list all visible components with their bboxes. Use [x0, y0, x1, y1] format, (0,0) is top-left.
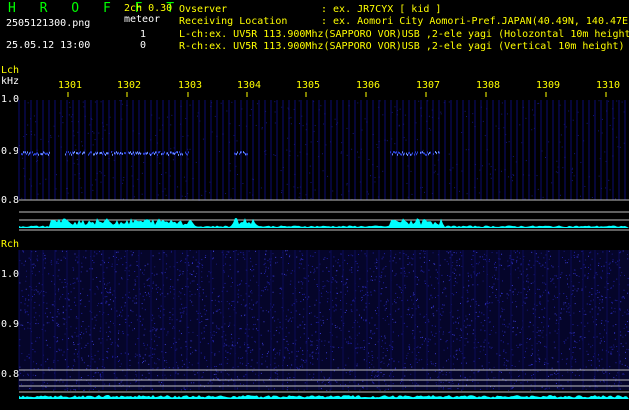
- spectrogram: [18, 92, 629, 399]
